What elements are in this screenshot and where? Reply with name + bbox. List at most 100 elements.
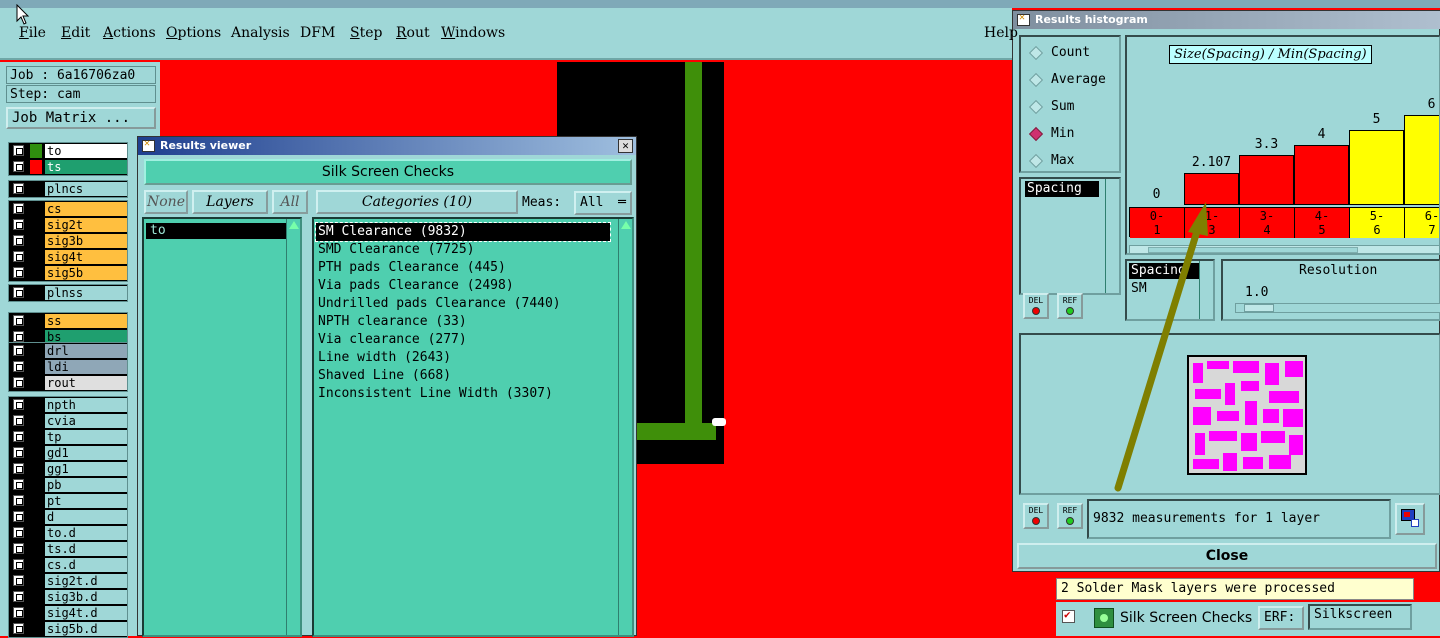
- layer-checkbox[interactable]: [13, 431, 24, 442]
- layer-name[interactable]: ts.d: [45, 542, 127, 556]
- layer-color-swatch[interactable]: [30, 398, 42, 412]
- menu-file[interactable]: File: [19, 25, 46, 41]
- layer-checkbox[interactable]: [13, 607, 24, 618]
- layer-color-swatch[interactable]: [30, 622, 42, 636]
- category-item[interactable]: Inconsistent Line Width (3307): [318, 385, 553, 403]
- layer-list-item[interactable]: to: [146, 223, 286, 239]
- menu-help[interactable]: Help: [984, 25, 1018, 41]
- window-menu-icon[interactable]: [142, 138, 155, 152]
- layer-name[interactable]: sig3b.d: [45, 590, 127, 604]
- layer-name[interactable]: rout: [45, 376, 127, 390]
- layer-color-swatch[interactable]: [30, 590, 42, 604]
- board-thumbnail[interactable]: [1187, 355, 1307, 475]
- bin-label[interactable]: 1- 3: [1185, 208, 1240, 238]
- layer-checkbox[interactable]: [13, 447, 24, 458]
- layer-list-scrollbar[interactable]: [286, 219, 300, 635]
- category-item[interactable]: Undrilled pads Clearance (7440): [318, 295, 561, 313]
- field-list-item[interactable]: Spacing: [1025, 181, 1099, 197]
- layer-color-swatch[interactable]: [30, 286, 42, 300]
- job-matrix-button[interactable]: Job Matrix ...: [6, 107, 156, 129]
- layer-name[interactable]: sig5b.d: [45, 622, 127, 636]
- layer-checkbox[interactable]: [13, 623, 24, 634]
- layer-row-sig4t[interactable]: sig4t: [9, 249, 127, 265]
- category-list-scrollbar[interactable]: [618, 219, 632, 635]
- layer-color-swatch[interactable]: [30, 430, 42, 444]
- layer-checkbox[interactable]: [13, 479, 24, 490]
- layer-row-sig3b[interactable]: sig3b: [9, 233, 127, 249]
- scroll-up-icon[interactable]: [289, 221, 299, 229]
- layer-name[interactable]: d: [45, 510, 127, 524]
- spacing-list-scrollbar[interactable]: [1199, 261, 1213, 319]
- layer-name[interactable]: sig5b: [45, 266, 127, 280]
- layer-name[interactable]: sig2t.d: [45, 574, 127, 588]
- layer-checkbox[interactable]: [13, 315, 24, 326]
- layer-row-cs.d[interactable]: cs.d: [9, 557, 127, 573]
- layer-color-swatch[interactable]: [30, 574, 42, 588]
- menu-step[interactable]: Step: [350, 25, 382, 41]
- layer-checkbox[interactable]: [13, 267, 24, 278]
- layer-name[interactable]: pt: [45, 494, 127, 508]
- layer-name[interactable]: ldi: [45, 360, 127, 374]
- chart-scroll-thumb[interactable]: [1148, 247, 1358, 253]
- mode-min-radio[interactable]: Min: [1028, 126, 1074, 142]
- layer-color-swatch[interactable]: [30, 606, 42, 620]
- histogram-bar[interactable]: [1294, 145, 1349, 205]
- del-button[interactable]: DEL: [1023, 293, 1049, 319]
- layer-color-swatch[interactable]: [30, 250, 42, 264]
- resolution-slider-thumb[interactable]: [1244, 304, 1274, 312]
- layer-name[interactable]: sig4t.d: [45, 606, 127, 620]
- mode-sum-radio[interactable]: Sum: [1028, 99, 1074, 115]
- layer-row-plncs[interactable]: plncs: [9, 181, 127, 197]
- layer-row-ss[interactable]: ss: [9, 313, 127, 329]
- layer-name[interactable]: ss: [45, 314, 127, 328]
- meas-dropdown[interactable]: All ═: [574, 191, 632, 215]
- layer-name[interactable]: npth: [45, 398, 127, 412]
- layer-color-swatch[interactable]: [30, 218, 42, 232]
- layer-color-swatch[interactable]: [30, 494, 42, 508]
- layer-checkbox[interactable]: [13, 415, 24, 426]
- layer-row-d[interactable]: d: [9, 509, 127, 525]
- scroll-up-icon[interactable]: [621, 221, 631, 229]
- layer-checkbox[interactable]: [13, 559, 24, 570]
- layer-row-gd1[interactable]: gd1: [9, 445, 127, 461]
- category-item[interactable]: PTH pads Clearance (445): [318, 259, 506, 277]
- layer-name[interactable]: sig3b: [45, 234, 127, 248]
- resolution-slider[interactable]: [1235, 303, 1440, 313]
- layer-color-swatch[interactable]: [30, 144, 42, 158]
- layer-row-tp[interactable]: tp: [9, 429, 127, 445]
- category-item[interactable]: Via pads Clearance (2498): [318, 277, 514, 295]
- layer-color-swatch[interactable]: [30, 160, 42, 174]
- menu-analysis[interactable]: Analysis: [231, 25, 290, 41]
- layer-checkbox[interactable]: [13, 495, 24, 506]
- layer-row-ts.d[interactable]: ts.d: [9, 541, 127, 557]
- export-icon[interactable]: [1395, 503, 1425, 535]
- layer-color-swatch[interactable]: [30, 314, 42, 328]
- layer-row-pt[interactable]: pt: [9, 493, 127, 509]
- layer-color-swatch[interactable]: [30, 266, 42, 280]
- layer-checkbox[interactable]: [13, 161, 24, 172]
- erf-button[interactable]: ERF:: [1258, 606, 1304, 630]
- layer-color-swatch[interactable]: [30, 542, 42, 556]
- layer-row-rout[interactable]: rout: [9, 375, 127, 391]
- histogram-bar[interactable]: [1349, 130, 1404, 205]
- layer-checkbox[interactable]: [13, 575, 24, 586]
- layer-row-sig2t.d[interactable]: sig2t.d: [9, 573, 127, 589]
- bin-label[interactable]: 0- 1: [1130, 208, 1185, 238]
- menu-edit[interactable]: Edit: [61, 25, 90, 41]
- layer-color-swatch[interactable]: [30, 446, 42, 460]
- layer-checkbox[interactable]: [13, 543, 24, 554]
- layer-name[interactable]: ts: [45, 160, 127, 174]
- histogram-bar[interactable]: [1404, 115, 1439, 205]
- layer-checkbox[interactable]: [13, 287, 24, 298]
- layer-row-cvia[interactable]: cvia: [9, 413, 127, 429]
- layers-button[interactable]: Layers: [192, 190, 268, 214]
- layer-color-swatch[interactable]: [30, 414, 42, 428]
- field-list-pane[interactable]: Spacing: [1019, 177, 1121, 295]
- category-item[interactable]: NPTH clearance (33): [318, 313, 467, 331]
- layer-name[interactable]: pb: [45, 478, 127, 492]
- field-list-scrollbar[interactable]: [1105, 179, 1119, 293]
- layer-checkbox[interactable]: [13, 203, 24, 214]
- layer-color-swatch[interactable]: [30, 344, 42, 358]
- layer-checkbox[interactable]: [13, 399, 24, 410]
- bin-label[interactable]: 4- 5: [1295, 208, 1350, 238]
